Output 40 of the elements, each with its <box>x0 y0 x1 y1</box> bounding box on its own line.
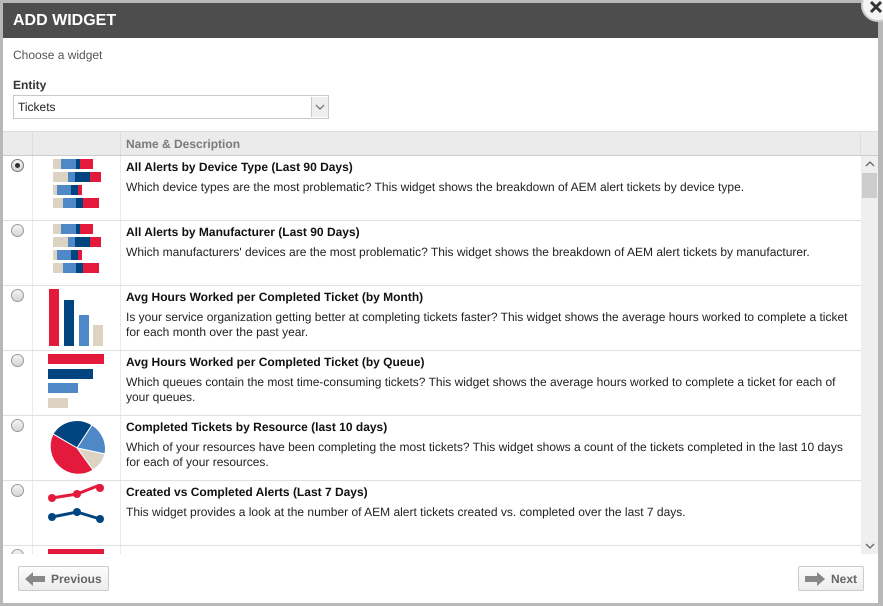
scroll-up-icon[interactable] <box>864 161 874 167</box>
widget-title: All Alerts by Device Type (Last 90 Days) <box>126 160 354 174</box>
line-chart-icon <box>48 484 106 524</box>
chevron-down-icon <box>315 104 325 110</box>
widget-description: Which manufacturers' devices are the most problematic? This widget shows the breakdown of AEM alert tickets by manufacturer. <box>126 245 811 260</box>
close-icon <box>869 0 883 14</box>
widget-description: Is your service organization getting better at completing tickets faster? This widget shows the average hours worked to complete a ticket for each month over the past year. <box>126 310 848 340</box>
radio-button[interactable] <box>11 159 24 172</box>
widget-title: Created vs Completed Alerts (Last 7 Days) <box>126 485 369 499</box>
radio-button[interactable] <box>11 289 24 302</box>
widget-title: Avg Hours Worked per Completed Ticket (by Queue) <box>126 355 426 369</box>
column-header: Name & Description <box>121 132 861 155</box>
next-button[interactable]: Next <box>798 566 864 591</box>
entity-label: Entity <box>13 78 48 92</box>
scrollbar[interactable] <box>861 156 878 554</box>
widget-title: Completed Tickets by Resource (last 10 days) <box>126 420 388 434</box>
previous-button[interactable]: Previous <box>18 566 109 591</box>
radio-button[interactable] <box>11 419 24 432</box>
arrow-left-icon <box>25 572 45 586</box>
stacked-bar-chart-icon <box>52 224 100 276</box>
dropdown-button[interactable] <box>311 97 328 117</box>
scroll-down-icon[interactable] <box>864 543 874 549</box>
widget-title: Avg Hours Worked per Completed Ticket (by Month) <box>126 290 424 304</box>
pie-chart-icon <box>48 419 106 477</box>
stacked-bar-chart-icon <box>52 159 100 211</box>
arrow-right-icon <box>804 572 825 586</box>
widget-description: This widget provides a look at the number of AEM alert tickets created vs. completed over the last 7 days. <box>126 505 687 520</box>
widget-description: Which queues contain the most time-consuming tickets? This widget shows the average hours worked to complete a ticket for each of your queues. <box>126 375 836 405</box>
dialog-title: ADD WIDGET <box>13 12 116 30</box>
horizontal-bar-chart-icon <box>48 354 106 408</box>
radio-button[interactable] <box>11 224 24 237</box>
widget-description: Which of your resources have been completing the most tickets? This widget shows a count of the tickets completed in the last 10 days for each of your resources. <box>126 440 844 470</box>
radio-button[interactable] <box>11 354 24 367</box>
subtitle-text: Choose a widget <box>13 48 104 62</box>
scrollbar-thumb[interactable] <box>862 173 877 198</box>
widget-description: Which device types are the most problematic? This widget shows the breakdown of AEM alert tickets by device type. <box>126 180 746 195</box>
vertical-bar-chart-icon <box>48 289 104 346</box>
widget-title: All Alerts by Manufacturer (Last 90 Days) <box>126 225 361 239</box>
entity-dropdown[interactable]: Tickets <box>13 95 329 119</box>
radio-button[interactable] <box>11 484 24 497</box>
